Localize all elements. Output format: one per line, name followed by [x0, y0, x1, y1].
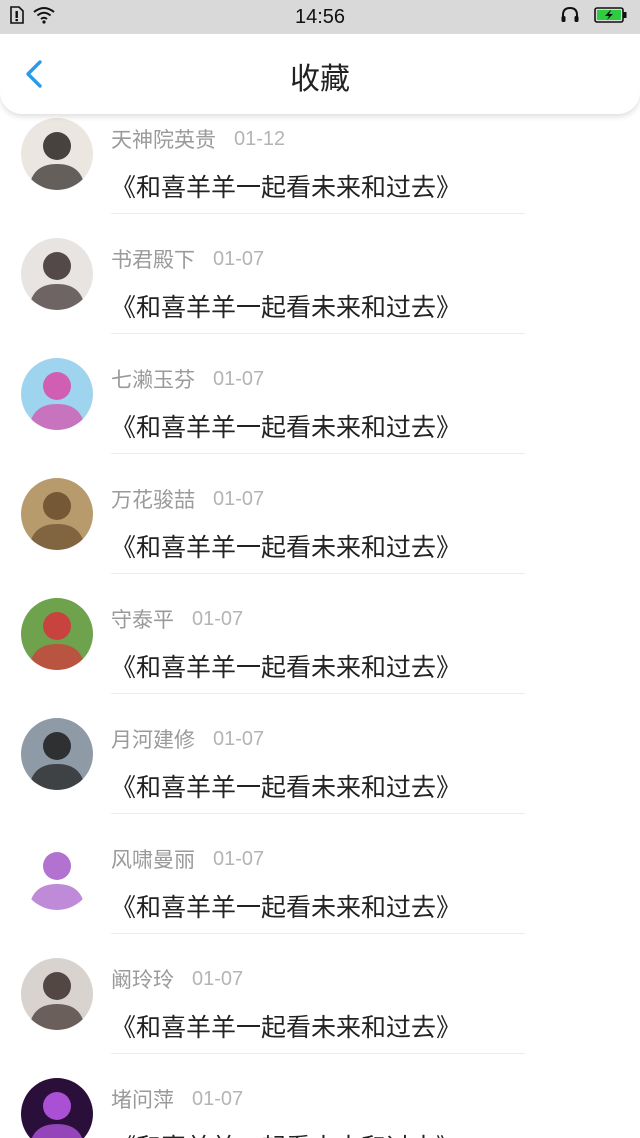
favorite-title[interactable]: 《和喜羊羊一起看未来和过去》 — [111, 168, 461, 204]
favorite-title[interactable]: 《和喜羊羊一起看未来和过去》 — [111, 888, 461, 924]
post-date: 01-07 — [192, 1087, 244, 1110]
avatar[interactable] — [21, 238, 93, 310]
favorite-title[interactable]: 《和喜羊羊一起看未来和过去》 — [111, 1128, 461, 1138]
post-date: 01-07 — [213, 247, 265, 270]
list-item[interactable]: 万花骏喆 01-07 《和喜羊羊一起看未来和过去》 — [0, 454, 640, 574]
favorite-title[interactable]: 《和喜羊羊一起看未来和过去》 — [111, 648, 461, 684]
author-name: 书君殿下 — [111, 248, 195, 272]
item-meta: 书君殿下 01-07 — [111, 246, 265, 273]
avatar-image — [29, 852, 85, 910]
post-date: 01-07 — [213, 487, 265, 510]
avatar-image — [31, 1092, 83, 1138]
favorite-title[interactable]: 《和喜羊羊一起看未来和过去》 — [111, 408, 461, 444]
list-item[interactable]: 七濑玉芬 01-07 《和喜羊羊一起看未来和过去》 — [0, 334, 640, 454]
item-meta: 月河建修 01-07 — [111, 726, 265, 753]
item-meta: 天神院英贵 01-12 — [111, 126, 286, 153]
avatar[interactable] — [21, 958, 93, 1030]
post-date: 01-12 — [234, 127, 286, 150]
post-date: 01-07 — [213, 847, 265, 870]
author-name: 万花骏喆 — [111, 488, 195, 512]
favorite-title[interactable]: 《和喜羊羊一起看未来和过去》 — [111, 1008, 461, 1044]
author-name: 堵问萍 — [111, 1088, 174, 1112]
item-meta: 七濑玉芬 01-07 — [111, 366, 265, 393]
author-name: 风啸曼丽 — [111, 848, 195, 872]
item-meta: 风啸曼丽 01-07 — [111, 846, 265, 873]
list-item[interactable]: 月河建修 01-07 《和喜羊羊一起看未来和过去》 — [0, 694, 640, 814]
author-name: 阚玲玲 — [111, 968, 174, 992]
author-name: 月河建修 — [111, 728, 195, 752]
favorite-title[interactable]: 《和喜羊羊一起看未来和过去》 — [111, 288, 461, 324]
item-meta: 堵问萍 01-07 — [111, 1086, 244, 1113]
avatar[interactable] — [21, 478, 93, 550]
list-item[interactable]: 守泰平 01-07 《和喜羊羊一起看未来和过去》 — [0, 574, 640, 694]
avatar-image — [29, 492, 85, 550]
status-time: 14:56 — [294, 6, 346, 28]
favorites-list: 天神院英贵 01-12 《和喜羊羊一起看未来和过去》 书君殿下 01-07 《和喜羊羊一起… — [0, 94, 640, 1138]
post-date: 01-07 — [213, 727, 265, 750]
avatar-image — [29, 612, 85, 670]
list-item[interactable]: 堵问萍 01-07 《和喜羊羊一起看未来和过去》 — [0, 1054, 640, 1138]
post-date: 01-07 — [213, 367, 265, 390]
avatar-image — [29, 372, 85, 430]
item-meta: 守泰平 01-07 — [111, 606, 244, 633]
list-item[interactable]: 书君殿下 01-07 《和喜羊羊一起看未来和过去》 — [0, 214, 640, 334]
author-name: 七濑玉芬 — [111, 368, 195, 392]
item-meta: 万花骏喆 01-07 — [111, 486, 265, 513]
navigation-header: 收藏 — [0, 34, 640, 114]
avatar[interactable] — [21, 358, 93, 430]
favorite-title[interactable]: 《和喜羊羊一起看未来和过去》 — [111, 768, 461, 804]
list-item[interactable]: 阚玲玲 01-07 《和喜羊羊一起看未来和过去》 — [0, 934, 640, 1054]
post-date: 01-07 — [192, 967, 244, 990]
avatar-image — [29, 132, 85, 190]
avatar[interactable] — [21, 838, 93, 910]
avatar-image — [29, 252, 85, 310]
page-title: 收藏 — [290, 62, 350, 97]
author-name: 守泰平 — [111, 608, 174, 632]
post-date: 01-07 — [192, 607, 244, 630]
item-meta: 阚玲玲 01-07 — [111, 966, 244, 993]
author-name: 天神院英贵 — [111, 128, 216, 152]
avatar[interactable] — [21, 718, 93, 790]
list-item[interactable]: 风啸曼丽 01-07 《和喜羊羊一起看未来和过去》 — [0, 814, 640, 934]
avatar[interactable] — [21, 118, 93, 190]
favorites-screen: 14:56 收藏 天神院英贵 01-12 《和喜羊羊一起看未来和过去》 书君殿下… — [0, 0, 640, 1138]
avatar-image — [29, 972, 85, 1030]
avatar-image — [29, 732, 85, 790]
avatar[interactable] — [21, 598, 93, 670]
avatar[interactable] — [21, 1078, 93, 1138]
status-bar: 14:56 — [0, 0, 640, 34]
favorite-title[interactable]: 《和喜羊羊一起看未来和过去》 — [111, 528, 461, 564]
